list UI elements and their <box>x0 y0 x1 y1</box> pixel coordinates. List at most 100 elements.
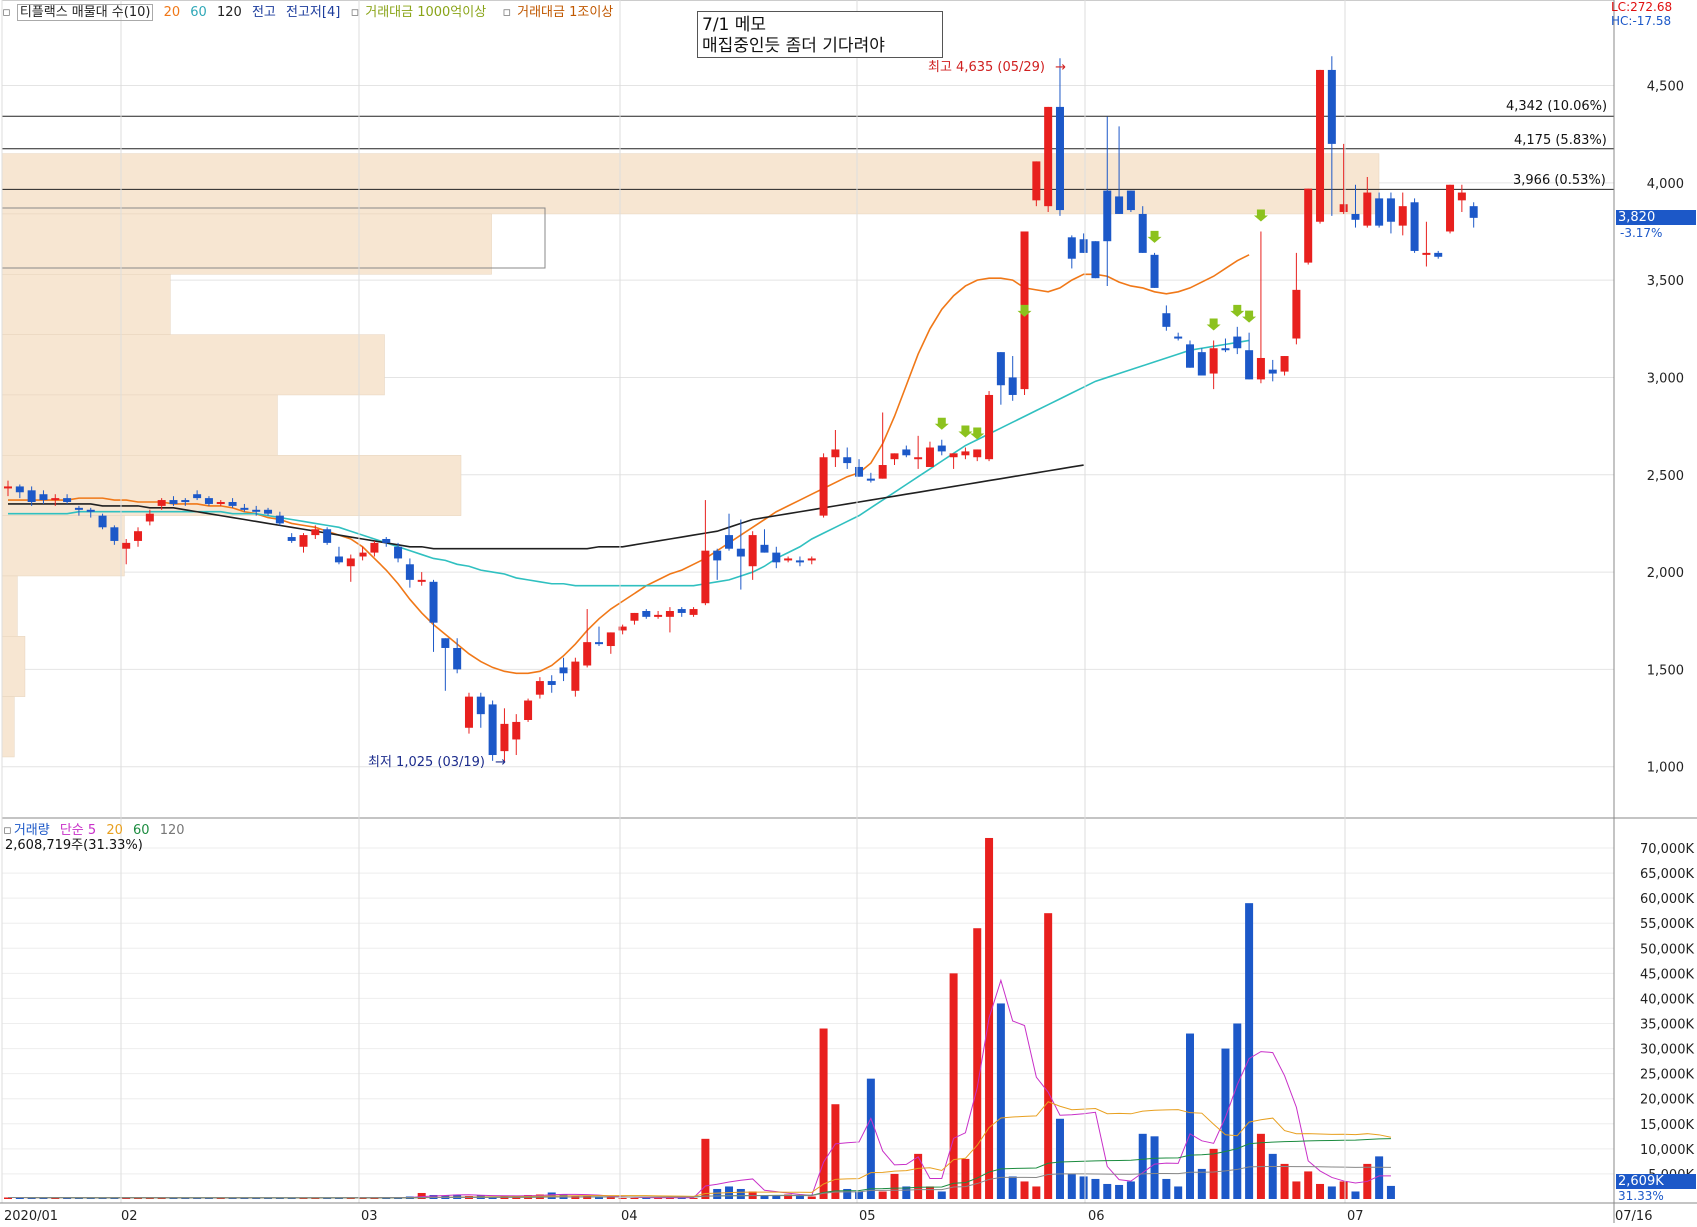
high-annotation: 최고 4,635 (05/29) → <box>928 56 1072 75</box>
arrow-right-icon: → <box>491 755 507 770</box>
volume-profile-bar <box>1 213 492 275</box>
candle-body <box>1067 237 1076 259</box>
candle-body <box>914 457 923 460</box>
candle-body <box>996 352 1005 386</box>
candle-body <box>287 537 296 541</box>
volume-bar <box>1351 1191 1360 1199</box>
candle-body <box>74 507 83 510</box>
lc-value: LC:272.68 <box>1611 0 1673 14</box>
low-annotation-text: 최저 1,025 (03/19) <box>368 755 486 770</box>
ma20-label[interactable]: 20 <box>164 5 181 20</box>
volume-bar <box>807 1196 816 1199</box>
candle-body <box>736 548 745 557</box>
candle-body <box>985 394 994 460</box>
candle-body <box>323 529 332 543</box>
turnover-marker: ▫ <box>350 5 360 20</box>
candle-body <box>1457 192 1466 201</box>
candle-body <box>240 507 249 510</box>
candle-body <box>110 527 119 541</box>
volume-bar <box>736 1188 745 1199</box>
volume-profile-bar <box>1 575 18 637</box>
volume-bar <box>1103 1183 1112 1199</box>
volume-profile-bar <box>1 636 26 697</box>
volume-tick-label: 25,000K <box>1640 1068 1694 1083</box>
candle-body <box>216 502 225 505</box>
volume-tick-label: 65,000K <box>1640 867 1694 882</box>
candle-body <box>1032 161 1041 201</box>
level-4342-label: 4,342 (10.06%) <box>1506 99 1608 114</box>
volume-bar <box>878 1191 887 1199</box>
candle-body <box>843 457 852 464</box>
candle-body <box>725 535 734 549</box>
candle-body <box>394 546 403 559</box>
volume-bar <box>1339 1181 1348 1199</box>
turnover-1000-text: 거래대금 1000억이상 <box>365 5 487 20</box>
memo-box[interactable]: 7/1 메모 매집중인듯 좀더 기다려야 <box>697 11 943 58</box>
candle-body <box>595 642 603 645</box>
candle-body <box>169 500 178 504</box>
candle-body <box>961 451 970 456</box>
price-tick-label: 2,500 <box>1647 469 1684 484</box>
candle-body <box>193 494 202 499</box>
level-3966-label: 3,966 (0.53%) <box>1513 173 1606 188</box>
candle-body <box>1327 69 1336 144</box>
candle-body <box>145 513 154 522</box>
candle-body <box>264 509 273 514</box>
candle-body <box>500 723 509 752</box>
volume-bar <box>1292 1181 1301 1199</box>
volume-bar <box>1186 1033 1194 1199</box>
legend-marker: ▫ <box>2 5 11 20</box>
ma120-label[interactable]: 120 <box>217 5 242 20</box>
candle-body <box>866 478 875 481</box>
candle-body <box>4 486 12 489</box>
candle-body <box>228 502 237 506</box>
turnover-1000-label[interactable]: ▫ 거래대금 1000억이상 <box>350 5 492 20</box>
candle-body <box>1410 202 1419 251</box>
candle-body <box>642 610 651 617</box>
volume-bar <box>1091 1178 1100 1199</box>
ma60-label[interactable]: 60 <box>190 5 207 20</box>
stock-name-label[interactable]: 티플랙스 매물대 수(10) <box>16 4 154 21</box>
candle-body <box>1221 348 1230 351</box>
candle-body <box>677 609 686 613</box>
candle-body <box>925 447 934 467</box>
candle-body <box>1245 350 1254 380</box>
candle-body <box>547 681 556 685</box>
candle-body <box>1126 190 1135 211</box>
volume-bar <box>961 1158 970 1199</box>
candle-body <box>665 610 674 617</box>
volume-bar <box>819 1028 828 1199</box>
volume-bar <box>1032 1186 1041 1199</box>
candle-body <box>1044 106 1053 207</box>
candle-body <box>583 642 592 666</box>
volume-bar <box>1245 903 1254 1199</box>
volume-ma120-label[interactable]: 120 <box>160 823 185 838</box>
volume-bar <box>1233 1023 1242 1199</box>
candle-body <box>382 538 391 543</box>
volume-profile-bar <box>1 696 15 758</box>
volume-bar <box>1162 1178 1171 1199</box>
candle-body <box>63 498 72 503</box>
candle-body <box>784 558 793 561</box>
candle-body <box>535 681 544 695</box>
candle-body <box>1469 206 1478 218</box>
volume-bar <box>866 1078 875 1199</box>
candle-body <box>902 449 911 456</box>
candle-body <box>488 704 497 756</box>
candle-body <box>1280 356 1289 372</box>
candle-body <box>760 544 769 553</box>
candle-body <box>1209 348 1218 374</box>
price-tick-label: 4,000 <box>1647 177 1684 192</box>
x-tick-label: 06 <box>1088 1209 1105 1223</box>
prev-high-label[interactable]: 전고 <box>252 5 276 20</box>
prev-high-low-label[interactable]: 전고저[4] <box>286 5 340 20</box>
volume-bar <box>831 1104 840 1199</box>
volume-tick-label: 30,000K <box>1640 1043 1694 1058</box>
volume-bar <box>701 1138 710 1199</box>
candle-body <box>701 550 710 604</box>
candle-body <box>878 465 887 479</box>
candle-body <box>1115 196 1124 214</box>
candle-body <box>15 486 24 493</box>
candle-body <box>275 515 284 524</box>
turnover-1tril-label[interactable]: ▫ 거래대금 1조이상 <box>502 5 619 20</box>
